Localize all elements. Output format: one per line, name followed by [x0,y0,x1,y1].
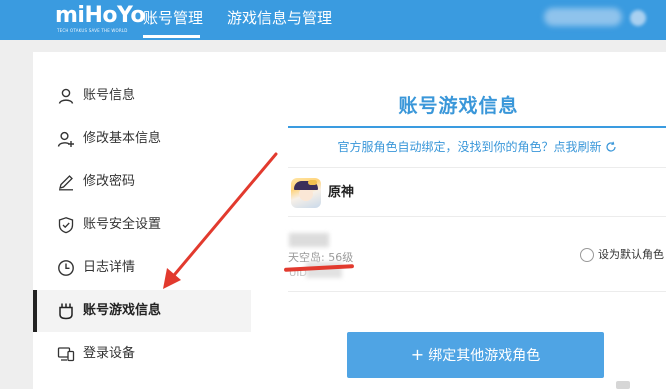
sidebar-item-label: 账号信息 [83,88,136,103]
nav-game-info-management[interactable]: 游戏信息与管理 [227,5,332,31]
user-icon [58,88,74,104]
nav-account-management[interactable]: 账号管理 [143,5,203,31]
sidebar-item-account-game-info[interactable]: 账号游戏信息 [33,290,251,332]
sidebar: 账号信息 修改基本信息 修改密码 账号安全设置 日志详情 账号游戏信息 登录设备 [33,52,251,389]
sidebar-item-security-settings[interactable]: 账号安全设置 [33,204,251,246]
top-header: miHoYo TECH OTAKUS SAVE THE WORLD 账号管理 游… [0,0,666,40]
set-default-role-label[interactable]: 设为默认角色 [598,247,664,263]
sidebar-item-edit-basic-info[interactable]: 修改基本信息 [33,118,251,160]
avatar[interactable] [630,10,646,26]
game-controller-icon [59,303,73,320]
set-default-role-radio[interactable] [580,248,594,262]
sidebar-item-label: 账号安全设置 [83,217,162,232]
sidebar-item-label: 修改密码 [83,174,136,189]
clock-icon [58,260,74,276]
nav-active-underline [143,35,200,38]
plus-icon: + [410,345,425,364]
corner-mark [616,381,630,389]
divider [288,291,666,292]
title-divider [288,126,666,128]
divider [288,167,666,168]
user-plus-icon [57,131,74,147]
refresh-hint-text: 官方服角色自动绑定，没找到你的角色？点我刷新 [337,140,602,154]
device-icon [57,347,75,362]
main-panel: 账号游戏信息 官方服角色自动绑定，没找到你的角色？点我刷新 原神 天空岛: 56… [251,52,666,389]
genshin-game-icon [291,178,321,208]
sidebar-item-login-devices[interactable]: 登录设备 [33,333,251,375]
active-indicator-bar [33,290,37,332]
sidebar-item-log-details[interactable]: 日志详情 [33,247,251,289]
sidebar-item-label: 修改基本信息 [83,131,162,146]
refresh-icon [605,141,616,152]
sidebar-item-label: 账号游戏信息 [83,303,162,318]
logo-tagline: TECH OTAKUS SAVE THE WORLD [57,28,128,33]
mihoyo-logo[interactable]: miHoYo TECH OTAKUS SAVE THE WORLD [55,3,146,37]
sidebar-item-change-password[interactable]: 修改密码 [33,161,251,203]
sidebar-item-label: 登录设备 [83,346,136,361]
sidebar-item-label: 日志详情 [83,260,136,275]
sidebar-item-account-info[interactable]: 账号信息 [33,75,251,117]
game-name: 原神 [328,185,355,200]
bind-other-game-role-button[interactable]: + 绑定其他游戏角色 [347,332,604,378]
refresh-hint-link[interactable]: 官方服角色自动绑定，没找到你的角色？点我刷新 [288,137,666,157]
shield-check-icon [58,217,74,234]
divider [288,216,666,217]
blurred-role-name [289,233,329,247]
page-title: 账号游戏信息 [398,95,519,117]
logo-text: miHoYo [55,3,146,28]
bind-button-label: 绑定其他游戏角色 [428,348,541,364]
pencil-icon [59,175,73,191]
blurred-username[interactable] [544,8,622,26]
